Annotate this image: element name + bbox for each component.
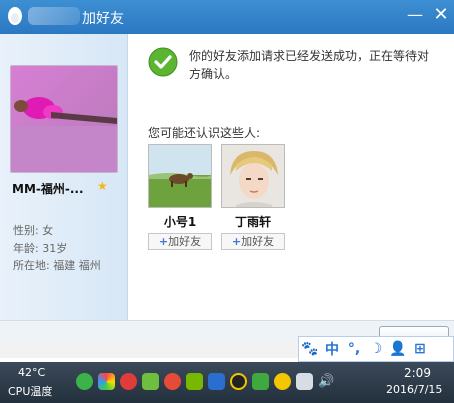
ime-grid-icon[interactable]: ⊞ (409, 341, 431, 357)
ime-paw-icon[interactable]: 🐾 (299, 341, 321, 357)
plus-icon: + (158, 235, 169, 248)
network-status-icon[interactable] (296, 373, 313, 390)
add-friend-button[interactable]: +加好友 (148, 233, 212, 250)
plus-app-icon[interactable] (274, 373, 291, 390)
nickname: MM-福州-... (12, 182, 84, 196)
profile-panel: MM-福州-... ★ 性别: 女 年龄: 31岁 所在地: 福建 福州 (0, 34, 128, 320)
success-message: 你的好友添加请求已经发送成功，正在等待对方确认。 (189, 49, 430, 81)
wechat-icon[interactable] (76, 373, 93, 390)
friend-avatar[interactable] (148, 144, 212, 208)
netease-music-icon[interactable] (120, 373, 137, 390)
star-icon: ★ (97, 179, 108, 193)
window-title: 加好友 (82, 11, 124, 27)
friend-name: 小号1 (163, 215, 197, 229)
ime-punctuation-icon[interactable]: °, (343, 341, 365, 357)
background-window-strip (0, 340, 300, 358)
plus-icon: + (231, 235, 242, 248)
suggested-friend: 小号1 +加好友 (148, 144, 212, 250)
ime-user-icon[interactable]: 👤 (387, 341, 409, 357)
qq-penguin-icon (8, 7, 22, 25)
ime-moon-icon[interactable]: ☽ (365, 341, 387, 357)
cpu-temperature: 42°C (18, 366, 46, 379)
suggestions-title: 您可能还认识这些人: (148, 126, 261, 140)
taskbar: 42°C CPU温度 🔊 2:09 2016/7/15 (0, 362, 454, 403)
success-check-icon (148, 47, 178, 77)
volume-icon[interactable]: 🔊 (318, 373, 335, 390)
gender-info: 性别: 女 (13, 224, 54, 237)
friend-avatar[interactable] (221, 144, 285, 208)
blurred-contact-name (28, 7, 80, 25)
system-tray: 🔊 (76, 373, 340, 390)
colorful-app-icon[interactable] (98, 373, 115, 390)
location-info: 所在地: 福建 福州 (13, 259, 101, 272)
close-button[interactable]: ✕ (430, 4, 452, 26)
profile-photo (10, 65, 118, 173)
cpu-temp-label: CPU温度 (8, 385, 53, 398)
friend-name: 丁雨轩 (234, 215, 271, 229)
add-friend-label: 加好友 (241, 235, 275, 248)
age-info: 年龄: 31岁 (13, 242, 68, 255)
media-player-icon[interactable] (164, 373, 181, 390)
minimize-button[interactable]: — (404, 4, 426, 26)
title-bar: 加好友 — ✕ (0, 0, 454, 34)
add-friend-button[interactable]: +加好友 (221, 233, 285, 250)
security-360-icon[interactable] (252, 373, 269, 390)
shield-app-icon[interactable] (142, 373, 159, 390)
nvidia-icon[interactable] (186, 373, 203, 390)
ime-toolbar: 🐾 中 °, ☽ 👤 ⊞ (298, 336, 454, 362)
add-friend-label: 加好友 (168, 235, 202, 248)
network-manager-icon[interactable] (208, 373, 225, 390)
clock-date[interactable]: 2016/7/15 (386, 383, 442, 396)
qq-tray-icon[interactable] (230, 373, 247, 390)
suggested-friend: 丁雨轩 +加好友 (221, 144, 285, 250)
ime-chinese-mode[interactable]: 中 (321, 339, 343, 359)
clock-time[interactable]: 2:09 (404, 366, 431, 380)
